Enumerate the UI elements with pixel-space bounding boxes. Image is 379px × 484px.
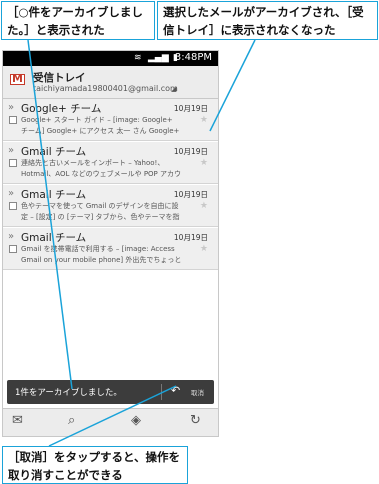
email-snippet: チーム] Google+ にアクセス 太一 さん Google+ xyxy=(21,127,180,135)
dropdown-icon[interactable]: ◢ xyxy=(171,85,176,93)
email-snippet: Google+ スタート ガイド – [image: Google+ xyxy=(21,116,173,124)
star-icon[interactable]: ★ xyxy=(200,244,208,254)
importance-icon: » xyxy=(8,102,15,113)
importance-icon: » xyxy=(8,188,15,199)
importance-icon: » xyxy=(8,231,15,242)
email-snippet: Gmail を携帯電話で利用する – [image: Access xyxy=(21,245,175,253)
compose-icon[interactable]: ✉ xyxy=(12,413,23,428)
email-row[interactable]: » Google+ チーム 10月19日 Google+ スタート ガイド – … xyxy=(3,99,218,141)
email-date: 10月19日 xyxy=(173,233,208,242)
inbox-title[interactable]: 受信トレイ xyxy=(33,70,86,85)
undo-button[interactable]: ↶ 取消 xyxy=(163,380,214,404)
importance-icon: » xyxy=(8,145,15,156)
annotation-archived-message: ［○件をアーカイブしました。］と表示された xyxy=(1,1,155,40)
email-snippet: Hotmail、AOL などのウェブメールや POP アカウ xyxy=(21,170,181,178)
email-row[interactable]: » Gmail チーム 10月19日 Gmail を携帯電話で利用する – [i… xyxy=(3,228,218,270)
bottom-action-bar: ✉ ⌕ ◈ ↻ xyxy=(3,408,218,436)
email-checkbox[interactable] xyxy=(9,116,17,124)
email-date: 10月19日 xyxy=(173,147,208,156)
gmail-logo: M xyxy=(10,72,25,85)
email-snippet: 定 – [設定] の [テーマ] タブから、色やテーマを指 xyxy=(21,213,180,221)
labels-icon[interactable]: ◈ xyxy=(131,413,141,428)
action-bar: M 受信トレイ taichiyamada19800401@gmail.com ◢ xyxy=(3,66,218,99)
toast-divider xyxy=(161,384,162,400)
search-icon[interactable]: ⌕ xyxy=(68,413,75,428)
archive-toast: 1件をアーカイブしました。 ↶ 取消 xyxy=(7,380,214,404)
email-row[interactable]: » Gmail チーム 10月19日 色やテーマを使って Gmail のデザイン… xyxy=(3,185,218,227)
status-time: 3:48PM xyxy=(174,52,212,63)
email-checkbox[interactable] xyxy=(9,245,17,253)
star-icon[interactable]: ★ xyxy=(200,201,208,211)
phone-screen: ≋ ▂▄▆ ▮ 3:48PM M 受信トレイ taichiyamada19800… xyxy=(2,50,219,437)
undo-label: 取消 xyxy=(191,389,204,397)
email-sender: Gmail チーム xyxy=(21,189,87,201)
email-row[interactable]: » Gmail チーム 10月19日 連絡先と古いメールをインポート – Yah… xyxy=(3,142,218,184)
undo-icon: ↶ xyxy=(171,384,181,397)
email-sender: Gmail チーム xyxy=(21,146,87,158)
email-sender: Google+ チーム xyxy=(21,103,102,115)
toast-message: 1件をアーカイブしました。 xyxy=(15,388,122,398)
signal-icon: ▂▄▆ xyxy=(148,53,169,63)
email-checkbox[interactable] xyxy=(9,159,17,167)
email-date: 10月19日 xyxy=(173,104,208,113)
email-snippet: 連絡先と古いメールをインポート – Yahoo!、 xyxy=(21,159,165,167)
wifi-icon: ≋ xyxy=(134,53,142,63)
email-checkbox[interactable] xyxy=(9,202,17,210)
email-snippet: Gmail on your mobile phone] 外出先でちょっと xyxy=(21,256,182,264)
star-icon[interactable]: ★ xyxy=(200,115,208,125)
account-email[interactable]: taichiyamada19800401@gmail.com xyxy=(33,84,178,93)
email-date: 10月19日 xyxy=(173,190,208,199)
annotation-undo-tip: ［取消］をタップすると、操作を取り消すことができる xyxy=(2,446,188,484)
status-bar: ≋ ▂▄▆ ▮ 3:48PM xyxy=(3,51,218,66)
refresh-icon[interactable]: ↻ xyxy=(190,413,201,428)
email-snippet: 色やテーマを使って Gmail のデザインを自由に設 xyxy=(21,202,179,210)
annotation-removed-from-inbox: 選択したメールがアーカイブされ、［受信トレイ］に表示されなくなった xyxy=(157,1,378,40)
star-icon[interactable]: ★ xyxy=(200,158,208,168)
email-sender: Gmail チーム xyxy=(21,232,87,244)
